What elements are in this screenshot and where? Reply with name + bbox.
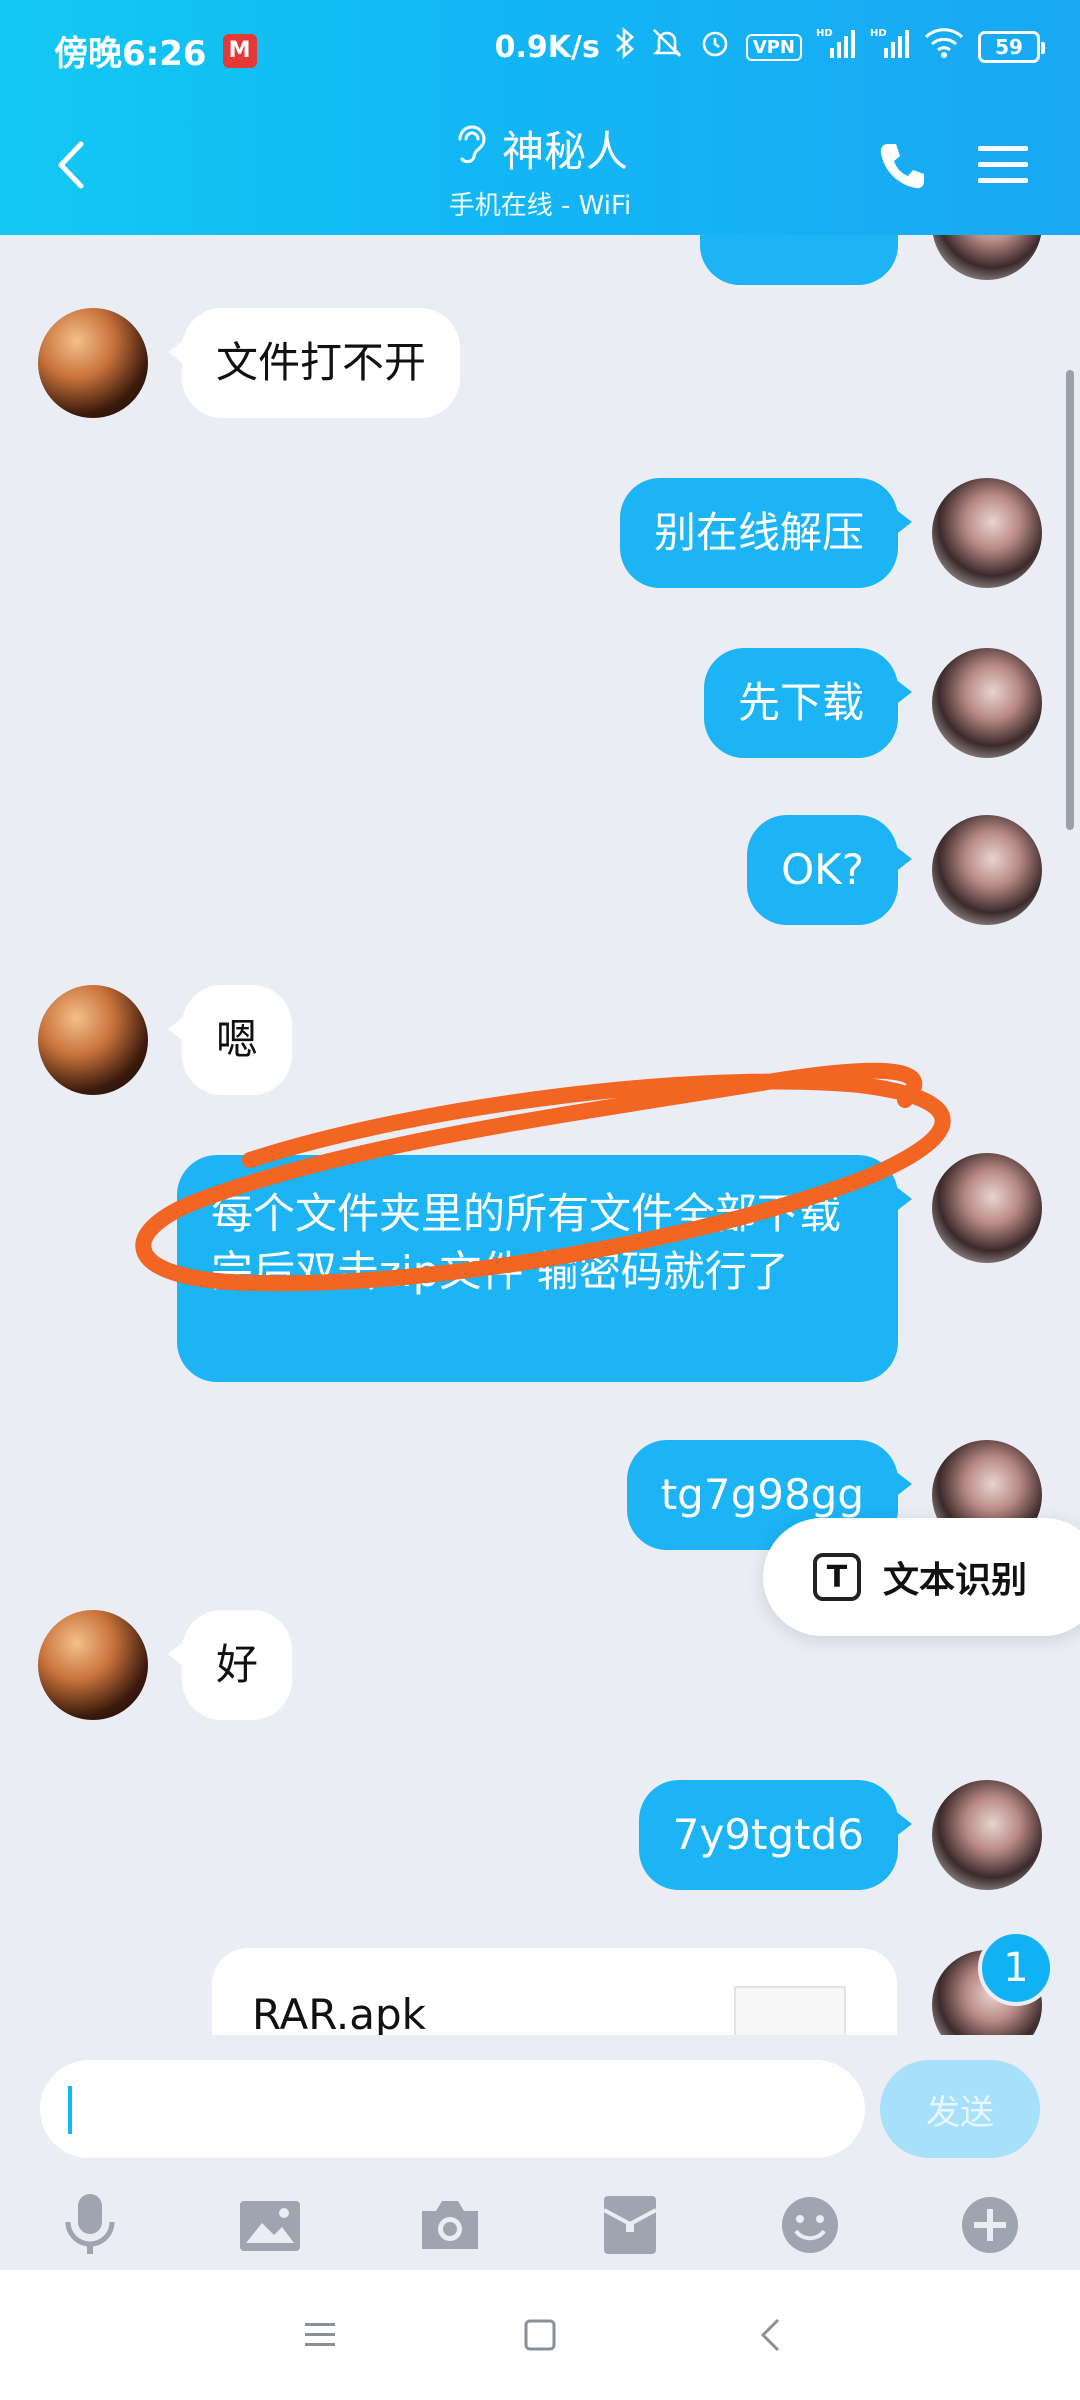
message-bubble[interactable]: 7y9tgtd6 — [638, 1780, 913, 1890]
emoji-icon[interactable] — [770, 2185, 850, 2265]
contact-name: 神秘人 — [501, 127, 628, 176]
wifi-icon — [924, 27, 964, 67]
self-avatar[interactable] — [932, 815, 1042, 925]
file-message-card[interactable]: RAR.apk — [212, 1948, 897, 2035]
square-home-icon — [524, 2319, 556, 2351]
self-avatar[interactable] — [932, 235, 1042, 280]
scrollbar[interactable] — [1066, 370, 1074, 830]
text-recognition-icon: T — [813, 1553, 861, 1601]
text-recognition-label: 文本识别 — [883, 1560, 1028, 1601]
message-bubble[interactable]: 先下载 — [703, 648, 913, 758]
vpn-icon: VPN — [745, 33, 802, 61]
plus-icon[interactable] — [950, 2185, 1030, 2265]
system-navigation-bar — [0, 2270, 1080, 2400]
message-bubble[interactable]: 嗯 — [167, 985, 293, 1095]
chat-header: 傍晚6:26 M 0.9K/s VPN HD HD 59 神秘人 手机在线 - … — [0, 0, 1080, 235]
status-bar: 傍晚6:26 M 0.9K/s VPN HD HD 59 — [0, 0, 1080, 96]
self-avatar[interactable] — [932, 648, 1042, 758]
android-apk-icon — [734, 1986, 846, 2035]
status-right: 0.9K/s VPN HD HD 59 — [494, 26, 1045, 68]
peer-avatar[interactable] — [38, 308, 148, 418]
signal-icon-2: HD — [870, 26, 910, 68]
file-name: RAR.apk — [252, 1990, 426, 2035]
svg-text:HD: HD — [870, 28, 887, 39]
self-avatar[interactable] — [932, 1153, 1042, 1263]
system-back-button[interactable] — [740, 2310, 800, 2360]
signal-icon-1: HD — [816, 26, 856, 68]
self-avatar[interactable] — [932, 478, 1042, 588]
status-time: 傍晚6:26 — [54, 34, 207, 74]
message-bubble-long[interactable]: 每个文件夹里的所有文件全部下载完后双击zip文件 输密码就行了 — [177, 1155, 912, 1382]
text-caret — [68, 2086, 72, 2134]
chevron-left-icon — [760, 2318, 780, 2352]
self-avatar[interactable] — [932, 1780, 1042, 1890]
notification-app-icon: M — [222, 33, 257, 68]
phone-icon — [880, 144, 924, 189]
menu-button[interactable] — [976, 140, 1030, 190]
alarm-icon — [698, 26, 732, 68]
camera-icon[interactable] — [410, 2185, 490, 2265]
recent-apps-button[interactable] — [290, 2310, 350, 2360]
message-input[interactable] — [40, 2060, 865, 2158]
message-bubble[interactable]: OK? — [747, 815, 912, 925]
status-left: 傍晚6:26 M — [54, 26, 257, 75]
message-list[interactable]: 文件打不开 别在线解压 先下载 OK? 嗯 每个文件夹里的所有文件全部下载完后双… — [0, 235, 1080, 2035]
input-area: 发送 — [0, 2035, 1080, 2270]
message-bubble[interactable]: 别在线解压 — [619, 478, 913, 588]
chat-title: 神秘人 — [452, 118, 628, 179]
battery-icon: 59 — [978, 31, 1045, 63]
voice-call-button[interactable] — [874, 138, 930, 194]
mute-bell-icon — [650, 26, 684, 68]
hamburger-menu-icon — [978, 146, 1028, 183]
unread-count-badge[interactable]: 1 — [978, 1930, 1054, 2006]
microphone-icon[interactable] — [50, 2185, 130, 2265]
input-toolbar — [0, 2185, 1080, 2265]
peer-avatar[interactable] — [38, 1610, 148, 1720]
message-bubble[interactable]: 文件打不开 — [167, 308, 461, 418]
svg-text:HD: HD — [816, 28, 833, 39]
send-button[interactable]: 发送 — [880, 2060, 1040, 2158]
home-button[interactable] — [510, 2310, 570, 2360]
image-icon[interactable] — [230, 2185, 310, 2265]
bluetooth-icon — [614, 26, 636, 68]
red-packet-icon[interactable] — [590, 2185, 670, 2265]
peer-avatar[interactable] — [38, 985, 148, 1095]
menu-lines-icon — [305, 2323, 335, 2346]
message-bubble[interactable]: 好 — [167, 1610, 293, 1720]
message-bubble-partial[interactable] — [700, 235, 898, 285]
earpiece-mode-icon — [452, 121, 488, 177]
network-speed: 0.9K/s — [494, 29, 600, 65]
text-recognition-popup[interactable]: T 文本识别 — [763, 1518, 1080, 1636]
nav-bar: 神秘人 手机在线 - WiFi — [0, 100, 1080, 235]
